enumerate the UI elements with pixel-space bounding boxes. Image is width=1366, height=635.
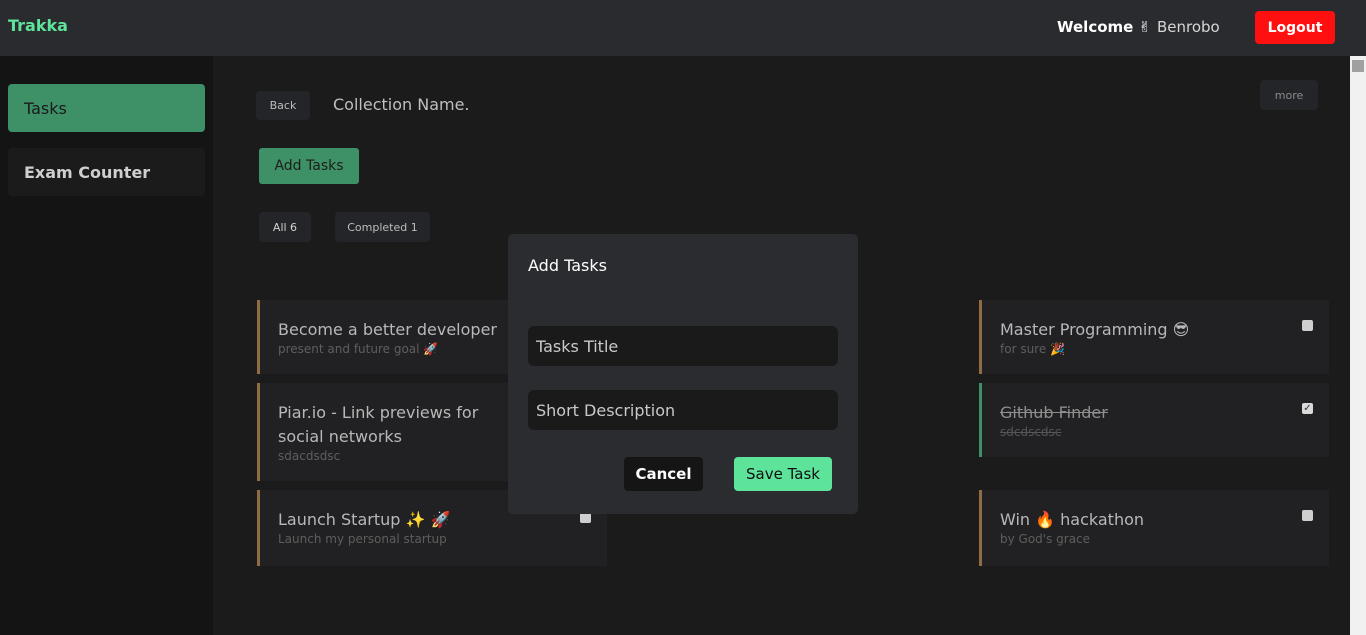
sidebar: Tasks Exam Counter <box>0 56 213 635</box>
username-label: Benrobo <box>1157 18 1220 36</box>
scrollbar[interactable] <box>1350 56 1366 635</box>
task-checkbox-checked-icon[interactable]: ✓ <box>1302 403 1313 414</box>
filter-completed-tab[interactable]: Completed 1 <box>335 212 430 242</box>
task-title-input[interactable] <box>528 326 838 366</box>
save-task-button[interactable]: Save Task <box>734 457 832 491</box>
task-description: by God's grace <box>1000 532 1091 546</box>
sidebar-item-tasks[interactable]: Tasks <box>8 84 205 132</box>
collection-name: Collection Name. <box>333 95 470 114</box>
filter-all-tab[interactable]: All 6 <box>259 212 311 242</box>
more-button[interactable]: more <box>1260 80 1318 110</box>
task-checkbox[interactable] <box>1302 320 1313 331</box>
app-logo[interactable]: Trakka <box>8 16 68 35</box>
modal-title: Add Tasks <box>528 256 607 275</box>
task-description: for sure 🎉 <box>1000 342 1065 356</box>
logout-button[interactable]: Logout <box>1255 11 1335 44</box>
task-title: Master Programming 😎 <box>1000 320 1190 339</box>
task-description: Launch my personal startup <box>278 532 447 546</box>
scrollbar-arrow-up-icon[interactable] <box>1352 60 1364 72</box>
back-button[interactable]: Back <box>256 91 310 120</box>
task-description: present and future goal 🚀 <box>278 342 439 356</box>
top-navbar: Trakka Welcome ✌ Benrobo Logout <box>0 0 1366 56</box>
task-title: Become a better developer <box>278 320 497 339</box>
cancel-button[interactable]: Cancel <box>624 457 703 491</box>
task-title: Win 🔥 hackathon <box>1000 510 1145 529</box>
task-card-completed[interactable]: Github Finder sdcdscdsc ✓ <box>979 383 1329 457</box>
welcome-text: Welcome ✌ <box>1057 18 1152 36</box>
task-description: sdacdsdsc <box>278 449 341 463</box>
add-tasks-button[interactable]: Add Tasks <box>259 148 359 184</box>
task-card[interactable]: Master Programming 😎 for sure 🎉 <box>979 300 1329 374</box>
sidebar-item-exam-counter[interactable]: Exam Counter <box>8 148 205 196</box>
task-title: Piar.io - Link previews for social netwo… <box>278 403 479 446</box>
task-card[interactable]: Win 🔥 hackathon by God's grace <box>979 490 1329 566</box>
task-title: Launch Startup ✨ 🚀 <box>278 510 451 529</box>
add-tasks-modal: Add Tasks Cancel Save Task <box>508 234 858 514</box>
short-description-input[interactable] <box>528 390 838 430</box>
task-title: Github Finder <box>1000 403 1108 422</box>
task-description: sdcdscdsc <box>1000 425 1062 439</box>
task-checkbox[interactable] <box>1302 510 1313 521</box>
